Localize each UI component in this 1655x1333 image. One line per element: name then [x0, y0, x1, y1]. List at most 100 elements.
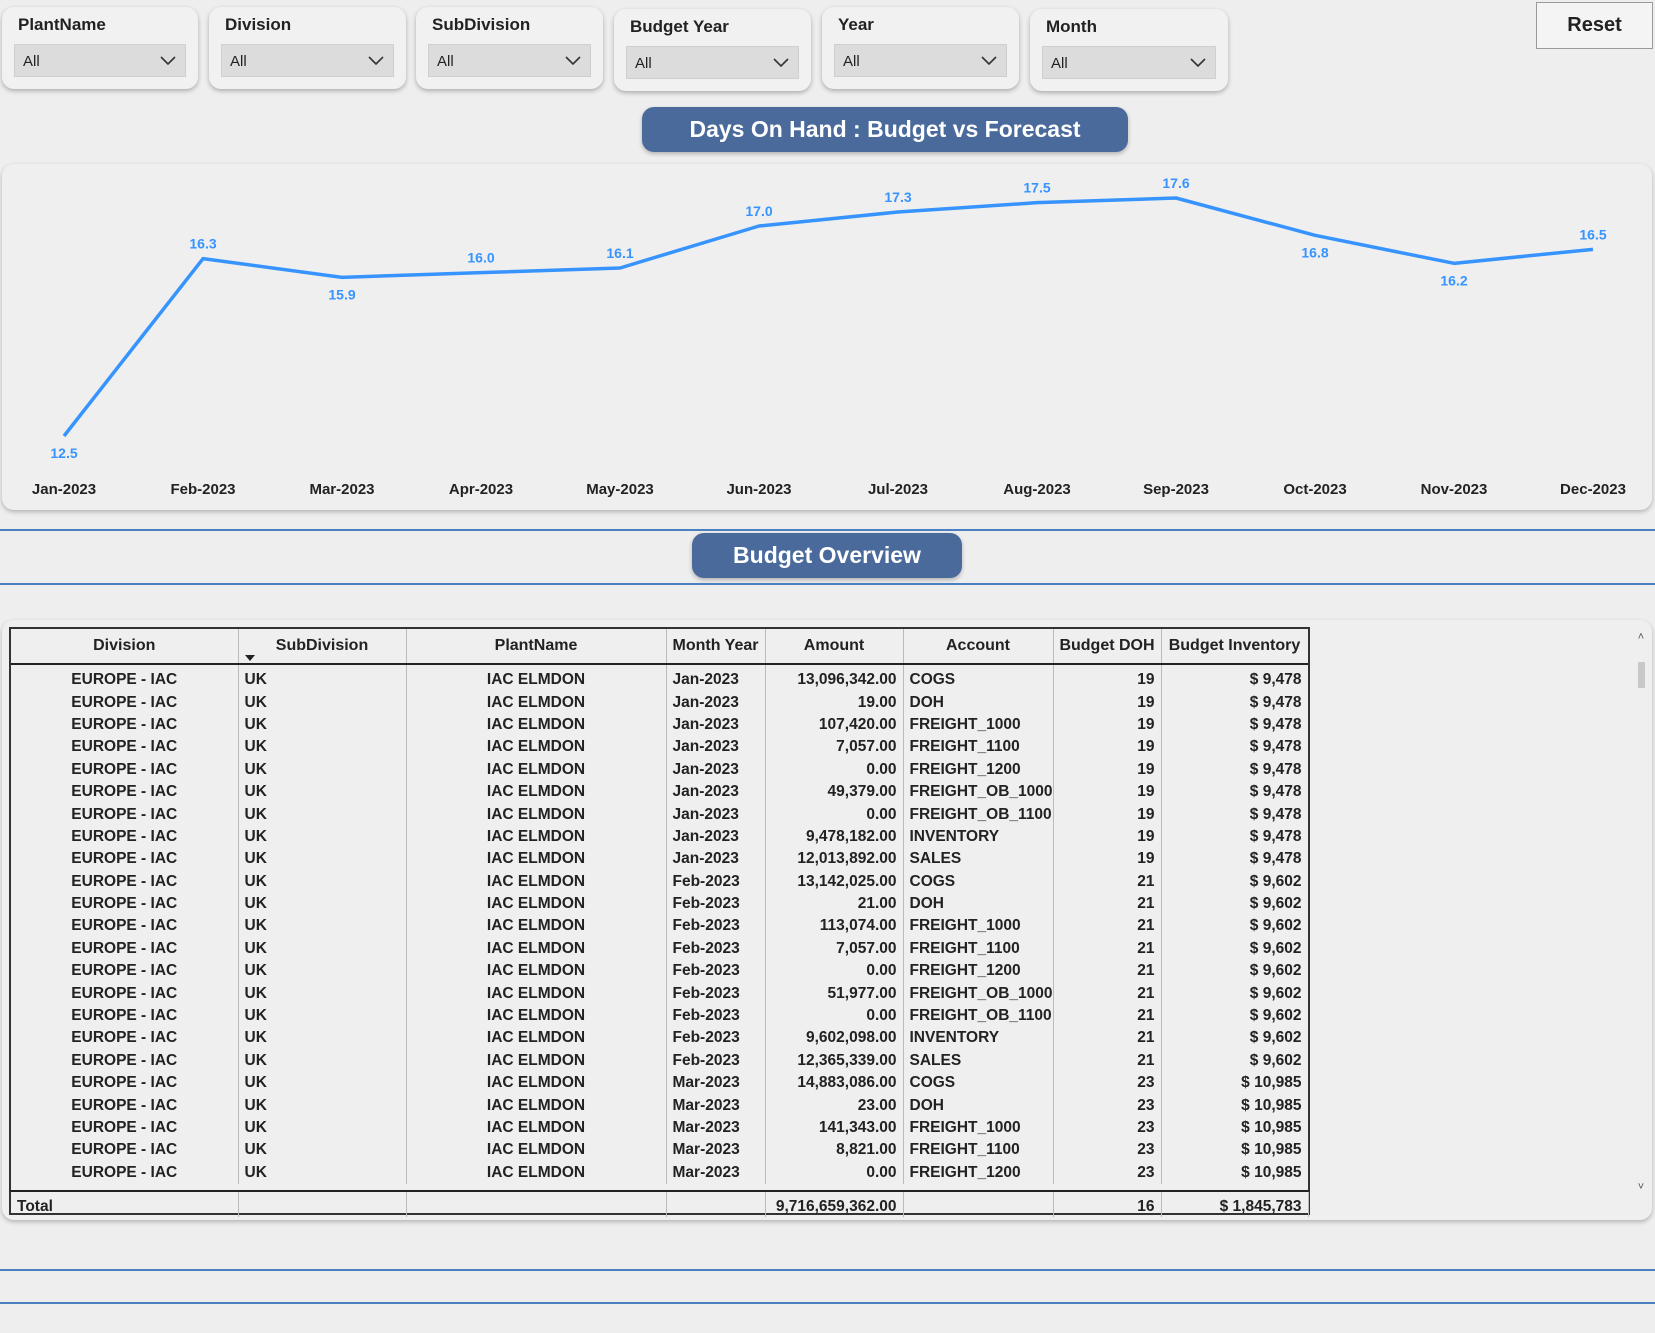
division-dropdown[interactable]: All — [221, 44, 394, 77]
cell-account: FREIGHT_1200 — [903, 1161, 1054, 1184]
column-header[interactable]: Month Year — [666, 629, 766, 665]
scroll-up-icon[interactable]: ˄ — [1636, 632, 1646, 643]
cell-division: EUROPE - IAC — [11, 848, 239, 871]
table-body: EUROPE - IAC UK IAC ELMDON Jan-2023 13,096,3… — [11, 664, 1308, 1184]
cell-amount: 21.00 — [765, 892, 904, 916]
scroll-thumb[interactable] — [1638, 662, 1645, 688]
table-scrollbar[interactable]: ˄ ˅ — [1636, 632, 1646, 1193]
column-header[interactable]: Division — [11, 629, 239, 665]
table-row[interactable]: EUROPE - IAC UK IAC ELMDON Jan-2023 0.00 FREI… — [11, 758, 1308, 781]
cell-budget-inventory: $ 9,602 — [1161, 1049, 1308, 1073]
column-header[interactable]: Budget DOH — [1053, 629, 1162, 665]
cell-amount: 0.00 — [765, 803, 904, 826]
cell-budget-inventory: $ 9,478 — [1161, 780, 1308, 804]
sort-descending-icon — [244, 655, 255, 661]
table-row[interactable]: EUROPE - IAC UK IAC ELMDON Feb-2023 113,074.… — [11, 915, 1308, 938]
data-label: 16.0 — [467, 250, 494, 266]
table-row[interactable]: EUROPE - IAC UK IAC ELMDON Feb-2023 21.00 DOH… — [11, 892, 1308, 916]
cell-amount: 9,602,098.00 — [765, 1027, 904, 1050]
cell-amount: 0.00 — [765, 1004, 904, 1028]
slicer-title: Year — [838, 15, 874, 34]
cell-budget-inventory: $ 9,602 — [1161, 1027, 1308, 1050]
cell-budget-doh: 19 — [1053, 758, 1162, 781]
table-row[interactable]: EUROPE - IAC UK IAC ELMDON Mar-2023 14,883,0… — [11, 1072, 1308, 1095]
table-row[interactable]: EUROPE - IAC UK IAC ELMDON Jan-2023 0.00 FREI… — [11, 803, 1308, 826]
line-chart-card: 12.5 Jan-2023 16.3 Feb-2023 15.9 Mar-2023 16.0… — [2, 164, 1652, 510]
budget-year-dropdown[interactable]: All — [626, 46, 799, 79]
reset-button[interactable]: Reset — [1536, 2, 1653, 49]
data-label: 15.9 — [328, 286, 355, 302]
total-cell-empty — [666, 1192, 766, 1217]
column-header[interactable]: Amount — [765, 629, 904, 665]
cell-account: FREIGHT_OB_1100 — [903, 1004, 1054, 1028]
x-tick-label: Oct-2023 — [1283, 481, 1346, 498]
cell-month-year: Jan-2023 — [666, 736, 766, 759]
scroll-down-icon[interactable]: ˅ — [1636, 1182, 1646, 1193]
slicer-title: Division — [225, 15, 292, 34]
cell-budget-doh: 21 — [1053, 982, 1162, 1005]
year-dropdown[interactable]: All — [834, 44, 1007, 77]
budget-table-card: Division SubDivision PlantName Month Yea… — [2, 620, 1652, 1220]
month-dropdown[interactable]: All — [1042, 46, 1216, 79]
table-row[interactable]: EUROPE - IAC UK IAC ELMDON Feb-2023 12,365,3… — [11, 1049, 1308, 1073]
column-header[interactable]: Account — [903, 629, 1054, 665]
cell-amount: 51,977.00 — [765, 982, 904, 1005]
cell-month-year: Jan-2023 — [666, 691, 766, 714]
table-row[interactable]: EUROPE - IAC UK IAC ELMDON Jan-2023 19.00 DOH… — [11, 691, 1308, 714]
cell-budget-inventory: $ 9,602 — [1161, 1004, 1308, 1028]
cell-plantname: IAC ELMDON — [406, 1049, 667, 1073]
cell-amount: 13,142,025.00 — [765, 870, 904, 893]
cell-budget-inventory: $ 9,602 — [1161, 937, 1308, 961]
cell-budget-doh: 21 — [1053, 937, 1162, 961]
table-row[interactable]: EUROPE - IAC UK IAC ELMDON Mar-2023 23.00 DOH… — [11, 1094, 1308, 1117]
cell-subdivision: UK — [238, 1072, 407, 1095]
cell-budget-doh: 19 — [1053, 713, 1162, 737]
table-row[interactable]: EUROPE - IAC UK IAC ELMDON Feb-2023 0.00 FREI… — [11, 1004, 1308, 1028]
cell-month-year: Jan-2023 — [666, 713, 766, 737]
table-row[interactable]: EUROPE - IAC UK IAC ELMDON Feb-2023 13,142,0… — [11, 870, 1308, 893]
cell-amount: 107,420.00 — [765, 713, 904, 737]
table-row[interactable]: EUROPE - IAC UK IAC ELMDON Feb-2023 7,057.00… — [11, 937, 1308, 961]
section-divider — [0, 1302, 1655, 1304]
table-row[interactable]: EUROPE - IAC UK IAC ELMDON Jan-2023 9,478,18… — [11, 825, 1308, 849]
cell-plantname: IAC ELMDON — [406, 870, 667, 893]
cell-budget-doh: 19 — [1053, 736, 1162, 759]
table-row[interactable]: EUROPE - IAC UK IAC ELMDON Mar-2023 141,343.… — [11, 1116, 1308, 1140]
column-header-sorted[interactable]: SubDivision — [238, 629, 407, 665]
plantname-dropdown[interactable]: All — [14, 44, 186, 77]
cell-month-year: Feb-2023 — [666, 915, 766, 938]
cell-amount: 19.00 — [765, 691, 904, 714]
cell-subdivision: UK — [238, 713, 407, 737]
x-tick-label: Apr-2023 — [449, 481, 513, 498]
table-row[interactable]: EUROPE - IAC UK IAC ELMDON Jan-2023 12,013,8… — [11, 848, 1308, 871]
cell-budget-doh: 23 — [1053, 1116, 1162, 1140]
table-total-row: Total 9,716,659,362.00 16 $ 1,845,783 — [9, 1190, 1310, 1217]
table-row[interactable]: EUROPE - IAC UK IAC ELMDON Mar-2023 8,821.00… — [11, 1139, 1308, 1162]
slicer-budget-year: Budget Year All — [614, 9, 811, 91]
table-row[interactable]: EUROPE - IAC UK IAC ELMDON Feb-2023 0.00 FREI… — [11, 960, 1308, 983]
table-row[interactable]: EUROPE - IAC UK IAC ELMDON Jan-2023 7,057.00… — [11, 736, 1308, 759]
data-label: 16.5 — [1579, 226, 1606, 242]
cell-budget-doh: 23 — [1053, 1161, 1162, 1184]
cell-account: DOH — [903, 691, 1054, 714]
subdivision-dropdown[interactable]: All — [428, 44, 591, 77]
cell-budget-doh: 21 — [1053, 915, 1162, 938]
table-row[interactable]: EUROPE - IAC UK IAC ELMDON Feb-2023 9,602,09… — [11, 1027, 1308, 1050]
table-row[interactable]: EUROPE - IAC UK IAC ELMDON Jan-2023 13,096,3… — [11, 664, 1308, 692]
cell-budget-inventory: $ 9,602 — [1161, 960, 1308, 983]
column-header[interactable]: PlantName — [406, 629, 667, 665]
cell-amount: 141,343.00 — [765, 1116, 904, 1140]
cell-account: FREIGHT_1200 — [903, 758, 1054, 781]
cell-plantname: IAC ELMDON — [406, 848, 667, 871]
table-row[interactable]: EUROPE - IAC UK IAC ELMDON Mar-2023 0.00 FREI… — [11, 1161, 1308, 1184]
x-tick-label: Aug-2023 — [1003, 481, 1071, 498]
table-row[interactable]: EUROPE - IAC UK IAC ELMDON Feb-2023 51,977.0… — [11, 982, 1308, 1005]
cell-amount: 0.00 — [765, 758, 904, 781]
column-header[interactable]: Budget Inventory — [1161, 629, 1308, 665]
table-row[interactable]: EUROPE - IAC UK IAC ELMDON Jan-2023 107,420.… — [11, 713, 1308, 737]
cell-subdivision: UK — [238, 758, 407, 781]
cell-plantname: IAC ELMDON — [406, 664, 667, 692]
slicer-title: SubDivision — [432, 15, 531, 34]
table-row[interactable]: EUROPE - IAC UK IAC ELMDON Jan-2023 49,379.0… — [11, 780, 1308, 804]
cell-division: EUROPE - IAC — [11, 1094, 239, 1117]
